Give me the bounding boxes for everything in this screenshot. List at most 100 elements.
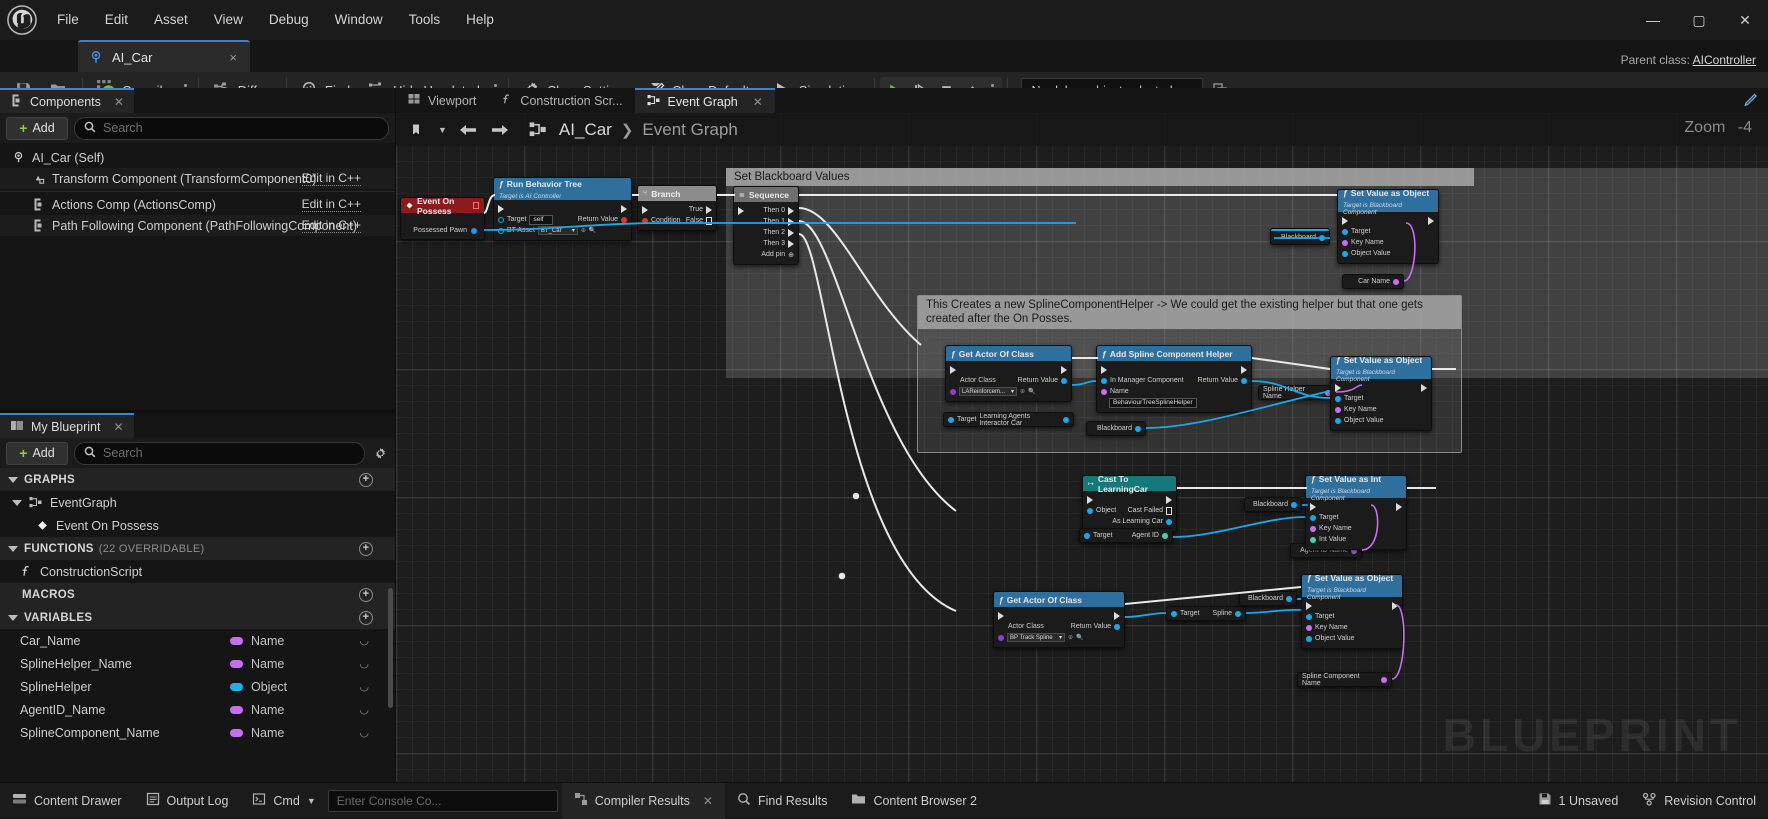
actor-class-dropdown-row[interactable]: LAReinforcem... ▾ ⊕ 🔍: [946, 386, 1071, 397]
my-blueprint-settings-gear-icon[interactable]: [371, 444, 389, 462]
name-value-row[interactable]: BehaviourTreeSplineHelper: [1097, 397, 1251, 408]
pin-object-value[interactable]: Object Value: [1302, 633, 1402, 644]
exec-in-pin[interactable]: [738, 206, 744, 215]
variable-row[interactable]: SplineComponent_Name Name ◡: [0, 721, 395, 744]
exec-out-false[interactable]: [706, 216, 712, 225]
spline-helper-name-value[interactable]: BehaviourTreeSplineHelper: [1109, 397, 1197, 408]
node-set-value-as-int[interactable]: ƒ Set Value as Int Target is Blackboard C…: [1305, 474, 1407, 550]
node-car-name-getter[interactable]: Car Name: [1342, 274, 1404, 289]
exec-out-then2[interactable]: [788, 228, 794, 237]
variable-row[interactable]: SplineHelper Object ◡: [0, 675, 395, 698]
menu-asset[interactable]: Asset: [141, 0, 201, 40]
node-blackboard-getter-4[interactable]: Blackboard: [1239, 591, 1297, 606]
pin-target[interactable]: Target self Return Value: [494, 214, 631, 225]
bt-asset-dropdown[interactable]: BT_Car ▾: [537, 226, 578, 235]
section-macros[interactable]: MACROS +: [0, 583, 395, 606]
pin-target[interactable]: Target: [1306, 512, 1406, 523]
pin-key-name[interactable]: Key Name: [1338, 237, 1438, 248]
node-event-on-possess[interactable]: Event On Possess Possessed Pawn: [400, 196, 485, 240]
exec-in-pin[interactable]: [1306, 601, 1312, 610]
edit-in-cpp-link[interactable]: Edit in C++: [301, 197, 361, 212]
node-exec-row[interactable]: [1306, 501, 1406, 512]
pin-then3[interactable]: Then 3: [734, 238, 798, 249]
variable-row[interactable]: Car_Name Name ◡: [0, 629, 395, 652]
cmd-dropdown[interactable]: Cmd ▼: [240, 783, 327, 819]
pin-then1[interactable]: Then 1: [734, 216, 798, 227]
add-function-button[interactable]: +: [359, 541, 373, 556]
tree-row-construction-script[interactable]: ConstructionScript: [0, 560, 395, 583]
exec-in-pin[interactable]: [1335, 383, 1341, 392]
minimize-icon[interactable]: —: [1630, 0, 1676, 40]
tab-components[interactable]: Components ✕: [0, 88, 134, 113]
browse-asset-icon[interactable]: ⊕: [581, 227, 586, 234]
bookmark-icon[interactable]: [406, 119, 428, 141]
section-graphs[interactable]: GRAPHS +: [0, 468, 395, 491]
menu-tools[interactable]: Tools: [396, 0, 454, 40]
layout-options-icon[interactable]: [1742, 92, 1760, 110]
pin-spline-row[interactable]: Target Spline: [1167, 607, 1245, 620]
pin-blackboard[interactable]: Blackboard: [1087, 422, 1145, 435]
node-branch[interactable]: ⑂ Branch True Condition False: [637, 185, 717, 231]
variable-visibility-icon[interactable]: ◡: [359, 726, 369, 739]
pin-target-row[interactable]: Target Learning Agents Interactor Car: [944, 413, 1073, 427]
exec-in-pin[interactable]: [950, 365, 956, 374]
exec-out-pin[interactable]: [1392, 601, 1398, 610]
components-add-button[interactable]: + Add: [6, 116, 68, 140]
exec-out-then0[interactable]: [788, 206, 794, 215]
section-variables[interactable]: VARIABLES +: [0, 606, 395, 629]
pin-bt-asset[interactable]: BT Asset BT_Car ▾ ⊕ 🔍: [494, 225, 631, 236]
search-asset-icon[interactable]: 🔍: [589, 227, 596, 234]
exec-out-pin[interactable]: [1114, 611, 1120, 620]
arrow-left-icon[interactable]: [457, 119, 479, 141]
breadcrumb-root[interactable]: AI_Car: [559, 120, 612, 140]
menu-file[interactable]: File: [44, 0, 92, 40]
maximize-icon[interactable]: ▢: [1676, 0, 1722, 40]
exec-out-then1[interactable]: [788, 217, 794, 226]
exec-in-pin[interactable]: [998, 611, 1004, 620]
variable-row[interactable]: AgentID_Name Name ◡: [0, 698, 395, 721]
node-exec-row[interactable]: [1302, 600, 1402, 611]
section-functions[interactable]: FUNCTIONS (22 OVERRIDABLE) +: [0, 537, 395, 560]
close-icon[interactable]: ✕: [113, 420, 123, 434]
pin-actor-class-row[interactable]: Actor Class Return Value: [946, 375, 1071, 386]
pin-spline-helper-name[interactable]: Spline Helper Name: [1259, 386, 1335, 400]
my-blueprint-add-button[interactable]: + Add: [6, 441, 68, 465]
add-macro-button[interactable]: +: [359, 587, 373, 602]
node-exec-row[interactable]: [1338, 215, 1438, 226]
pin-blackboard[interactable]: Blackboard: [1271, 231, 1329, 244]
component-row-actions-comp[interactable]: Actions Comp (ActionsComp) Edit in C++: [0, 194, 395, 215]
components-search-input[interactable]: Search: [74, 116, 389, 140]
event-graph-canvas[interactable]: Set Blackboard Values This Creates a new…: [396, 113, 1768, 782]
component-row-transform[interactable]: Transform Component (TransformComponent0…: [0, 168, 395, 189]
node-exec-row[interactable]: [994, 610, 1124, 621]
node-get-actor-of-class-2[interactable]: ƒ Get Actor Of Class Actor Class Return V…: [993, 591, 1125, 648]
exec-out-pin[interactable]: [1166, 495, 1172, 504]
find-results-tab[interactable]: Find Results: [725, 783, 839, 819]
menu-window[interactable]: Window: [322, 0, 396, 40]
menu-debug[interactable]: Debug: [256, 0, 322, 40]
pin-target[interactable]: Target: [1302, 611, 1402, 622]
menu-edit[interactable]: Edit: [92, 0, 141, 40]
node-spline-component-name-getter[interactable]: Spline Component Name: [1297, 672, 1392, 687]
exec-out-pin[interactable]: [1428, 216, 1434, 225]
pin-object-value[interactable]: Object Value: [1331, 415, 1431, 426]
variable-visibility-icon[interactable]: ◡: [359, 680, 369, 693]
unreal-engine-logo-icon[interactable]: [0, 0, 44, 40]
pin-key-name[interactable]: Key Name: [1302, 622, 1402, 633]
pin-agent-id-row[interactable]: Target Agent ID: [1080, 529, 1172, 542]
variable-row[interactable]: SplineHelper_Name Name ◡: [0, 652, 395, 675]
node-run-behavior-tree[interactable]: ƒ Run Behavior Tree Target is AI Controll…: [493, 177, 632, 241]
close-icon[interactable]: ×: [226, 50, 240, 65]
node-exec-row[interactable]: Then 0: [734, 205, 798, 216]
pin-name[interactable]: Name: [1097, 386, 1251, 397]
pin-in-manager-component[interactable]: In Manager Component Return Value: [1097, 375, 1251, 386]
menu-view[interactable]: View: [201, 0, 256, 40]
node-add-spline-component-helper[interactable]: ƒ Add Spline Component Helper In Manager …: [1096, 345, 1252, 413]
edit-in-cpp-link[interactable]: Edit in C++: [301, 171, 361, 186]
close-icon[interactable]: ✕: [703, 794, 713, 808]
variable-visibility-icon[interactable]: ◡: [359, 657, 369, 670]
event-delegate-pin[interactable]: [473, 202, 479, 209]
asset-tab-ai-car[interactable]: AI_Car ×: [78, 40, 250, 72]
node-exec-row[interactable]: True: [638, 204, 716, 215]
console-input[interactable]: Enter Console Co...: [327, 789, 558, 812]
